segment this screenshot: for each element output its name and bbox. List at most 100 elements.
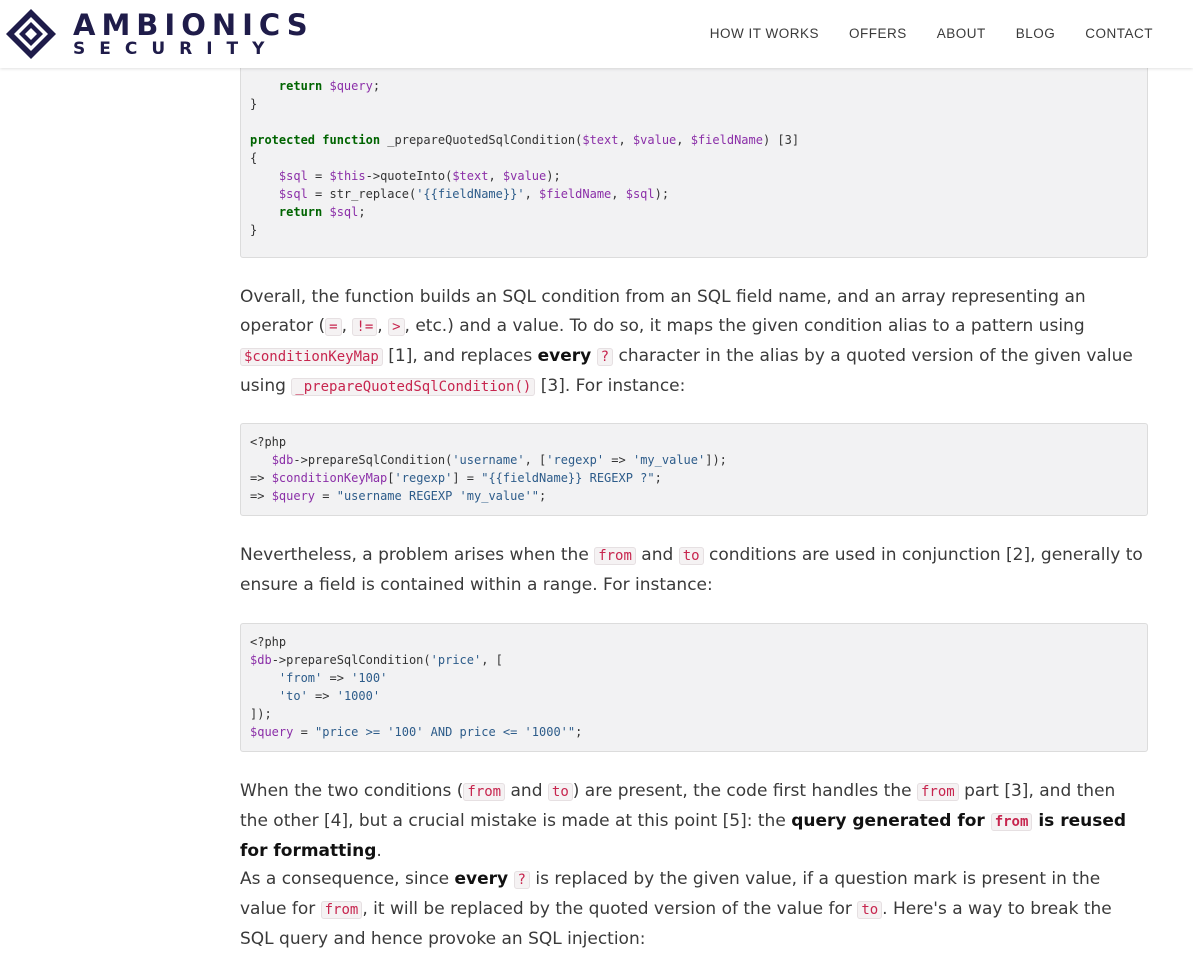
- code-text: [: [387, 471, 395, 485]
- inline-code: !=: [352, 318, 378, 336]
- paragraph-problem: Nevertheless, a problem arises when the …: [240, 541, 1148, 600]
- inline-code: from: [990, 813, 1033, 831]
- paragraph-mistake: When the two conditions (from and to) ar…: [240, 777, 1148, 866]
- nav-about[interactable]: ABOUT: [937, 26, 986, 41]
- code-text: ->prepareSqlCondition(: [293, 453, 453, 467]
- inline-code: $conditionKeyMap: [240, 348, 383, 366]
- text: [591, 346, 596, 366]
- text: Nevertheless, a problem arises when the: [240, 545, 595, 565]
- brand-tagline: SECURITY: [73, 39, 279, 59]
- code-line: $sql = str_replace('{{fieldName}}', $fie…: [250, 187, 669, 201]
- code-line: $db->prepareSqlCondition('username', ['r…: [250, 453, 727, 467]
- code-line: $query = "price >= '100' AND price <= '1…: [250, 725, 582, 739]
- code-line: protected function _prepareQuotedSqlCond…: [250, 133, 799, 147]
- code-string: 'from': [278, 671, 323, 685]
- ambionics-logo-icon: [6, 9, 56, 59]
- code-string: 'price': [430, 653, 482, 667]
- code-line: ]);: [250, 707, 272, 721]
- code-string: "price >= '100' AND price <= '1000'": [315, 725, 576, 739]
- code-text: ,: [676, 133, 691, 147]
- paragraph-overview: Overall, the function builds an SQL cond…: [240, 283, 1148, 402]
- code-text: =>: [250, 489, 272, 503]
- code-var: $query: [329, 79, 373, 93]
- code-text: =: [307, 169, 330, 183]
- inline-code: to: [547, 783, 573, 801]
- inline-code: from: [594, 547, 636, 565]
- code-line: 'from' => '100': [250, 671, 387, 685]
- code-text: ,: [524, 187, 540, 201]
- code-var: $db: [271, 453, 294, 467]
- code-text: ,: [488, 169, 503, 183]
- code-var: $query: [271, 489, 316, 503]
- code-line: {: [250, 151, 258, 165]
- code-text: =>: [307, 689, 337, 703]
- code-string: '{{fieldName}}': [416, 187, 525, 201]
- text: .: [376, 841, 382, 861]
- text: ,: [341, 316, 353, 336]
- code-keyword: protected function: [250, 133, 381, 147]
- code-line: $db->prepareSqlCondition('price', [: [250, 653, 503, 667]
- code-text: ) [3]: [762, 133, 800, 147]
- inline-code: from: [463, 783, 506, 801]
- code-string: 'to': [278, 689, 308, 703]
- code-block-price-example: <?php $db->prepareSqlCondition('price', …: [240, 623, 1148, 752]
- logo-text: AMBIONICS SECURITY: [73, 10, 314, 58]
- code-text: =>: [250, 471, 272, 485]
- code-text: );: [654, 187, 670, 201]
- code-var: $sql: [278, 169, 308, 183]
- text: and: [635, 545, 679, 565]
- code-var: $sql: [625, 187, 655, 201]
- nav-contact[interactable]: CONTACT: [1085, 26, 1153, 41]
- logo[interactable]: AMBIONICS SECURITY: [5, 8, 314, 60]
- code-line: return $sql;: [250, 205, 366, 219]
- code-text: ]);: [705, 453, 727, 467]
- code-text: );: [546, 169, 561, 183]
- inline-code: =: [325, 318, 342, 336]
- code-var: $conditionKeyMap: [271, 471, 388, 485]
- text: ,: [377, 316, 389, 336]
- code-text: ;: [654, 471, 662, 485]
- main-nav: HOW IT WORKS OFFERS ABOUT BLOG CONTACT: [710, 26, 1153, 41]
- text: [3]. For instance:: [535, 376, 686, 396]
- text: As a consequence, since: [240, 869, 455, 889]
- code-line: return $query;: [250, 79, 380, 93]
- code-text: ->quoteInto(: [365, 169, 453, 183]
- code-var: $text: [452, 169, 489, 183]
- nav-how-it-works[interactable]: HOW IT WORKS: [710, 26, 819, 41]
- code-text: =>: [604, 453, 633, 467]
- text: When the two conditions (: [240, 781, 464, 801]
- code-line: }: [250, 97, 258, 111]
- bold-text: every: [454, 869, 509, 889]
- code-var: $value: [502, 169, 547, 183]
- code-string: "{{fieldName}} REGEXP ?": [481, 471, 655, 485]
- code-line: => $query = "username REGEXP 'my_value'"…: [250, 489, 546, 503]
- code-string: 'username': [452, 453, 525, 467]
- brand-name: AMBIONICS: [73, 8, 314, 42]
- code-var: $sql: [278, 187, 308, 201]
- code-line: <?php: [250, 435, 287, 449]
- code-text: , [: [481, 653, 503, 667]
- site-header: AMBIONICS SECURITY HOW IT WORKS OFFERS A…: [0, 0, 1193, 68]
- code-string: "username REGEXP 'my_value'": [336, 489, 540, 503]
- nav-offers[interactable]: OFFERS: [849, 26, 907, 41]
- nav-blog[interactable]: BLOG: [1016, 26, 1056, 41]
- code-text: =: [293, 725, 316, 739]
- inline-code: from: [320, 901, 363, 919]
- text: ) are present, the code first handles th…: [572, 781, 917, 801]
- inline-code: >: [388, 318, 405, 336]
- code-string: '100': [351, 671, 388, 685]
- inline-code: ?: [596, 348, 614, 366]
- code-keyword: return: [250, 205, 330, 219]
- text: , it will be replaced by the quoted vers…: [362, 899, 858, 919]
- code-text: =>: [322, 671, 352, 685]
- code-line: <?php: [250, 635, 287, 649]
- code-var: $sql: [329, 205, 359, 219]
- code-string: 'regexp': [546, 453, 605, 467]
- code-text: ->prepareSqlCondition(: [271, 653, 431, 667]
- code-string: '1000': [336, 689, 381, 703]
- code-text: _prepareQuotedSqlCondition(: [380, 133, 583, 147]
- code-text: ;: [539, 489, 547, 503]
